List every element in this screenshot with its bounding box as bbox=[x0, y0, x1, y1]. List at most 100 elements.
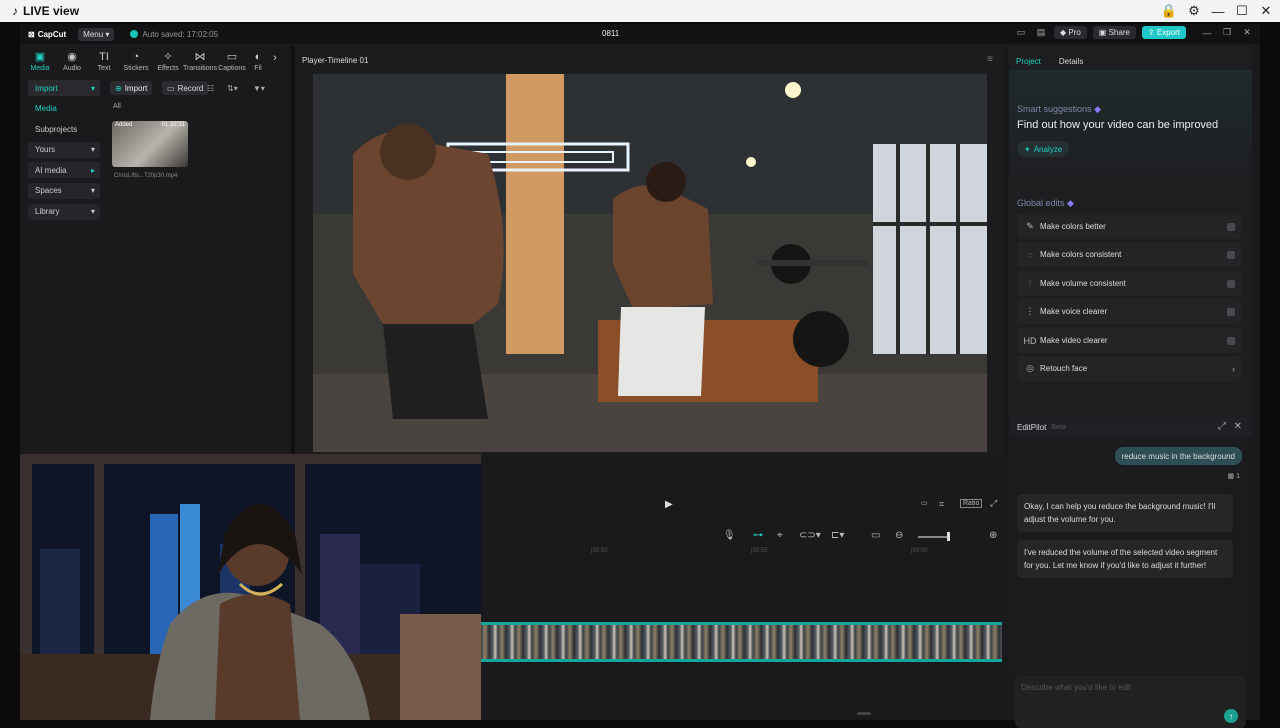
nav-ai-media[interactable]: AI media ▸ bbox=[28, 162, 100, 179]
sort-icon[interactable]: ⇅▾ bbox=[222, 81, 243, 95]
minimize-button[interactable]: — bbox=[1206, 0, 1230, 22]
toggle[interactable] bbox=[1227, 279, 1235, 288]
zoom-slider[interactable] bbox=[918, 536, 948, 538]
video-preview[interactable] bbox=[313, 74, 987, 452]
toggle[interactable] bbox=[1227, 307, 1235, 316]
close-icon[interactable]: ✕ bbox=[1240, 27, 1254, 39]
text-icon: TI bbox=[99, 51, 109, 63]
nav-library[interactable]: Library ▾ bbox=[28, 203, 100, 220]
restore-icon[interactable]: ❐ bbox=[1220, 27, 1234, 39]
nav-spaces[interactable]: Spaces ▾ bbox=[28, 182, 100, 199]
project-name[interactable]: 0811 bbox=[602, 29, 619, 38]
nav-subprojects[interactable]: Subprojects bbox=[28, 121, 100, 137]
minimize-icon[interactable]: — bbox=[1200, 27, 1214, 39]
horizontal-scrollbar[interactable] bbox=[857, 712, 871, 715]
webcam-overlay bbox=[20, 454, 481, 720]
filter-icon[interactable]: ▼▾ bbox=[248, 81, 270, 95]
attachment-icon[interactable]: ▦ 1 bbox=[1228, 472, 1240, 480]
expand-icon[interactable]: ⤢ bbox=[1218, 421, 1226, 432]
preview-axis-icon[interactable]: ⊏▾ bbox=[831, 530, 844, 541]
zoom-out-icon[interactable]: ⊖ bbox=[895, 530, 903, 541]
analyze-button[interactable]: ✦ Analyze bbox=[1017, 141, 1070, 157]
tab-audio[interactable]: ◉ Audio bbox=[56, 51, 88, 74]
nav-yours[interactable]: Yours ▾ bbox=[28, 141, 100, 158]
editpilot-panel: EditPilot Beta ⤢ ✕ reduce music in the b… bbox=[1009, 418, 1252, 728]
edit-make-volume-consistent[interactable]: ⫶ Make volume consistent bbox=[1017, 271, 1241, 296]
time-tick: |58:50 bbox=[591, 548, 608, 554]
chevron-right-icon: › bbox=[1232, 363, 1235, 374]
clip-duration: 01:32:31 bbox=[161, 122, 185, 128]
layout-icon[interactable]: ▭ bbox=[1014, 27, 1028, 39]
gym-scene bbox=[313, 74, 987, 452]
transitions-icon: ⋈ bbox=[194, 51, 206, 63]
lock-icon[interactable]: 🔒 bbox=[1157, 0, 1181, 22]
play-icon[interactable]: ▶ bbox=[665, 499, 673, 510]
microphone-icon[interactable]: 🎙 bbox=[723, 530, 736, 541]
player-title: Player-Timeline 01 bbox=[302, 56, 369, 65]
logo-icon: ⊠ bbox=[28, 29, 35, 39]
chevron-down-icon: ▾ bbox=[90, 145, 95, 155]
tab-text[interactable]: TI Text bbox=[88, 51, 120, 74]
import-button[interactable]: ⊕ Import bbox=[110, 81, 153, 95]
panel-icon[interactable]: ▤ bbox=[1034, 27, 1048, 39]
edit-make-colors-consistent[interactable]: ◌ Make colors consistent bbox=[1017, 242, 1241, 267]
right-panel: Project Details Smart suggestions ◆ Find… bbox=[1009, 46, 1252, 418]
linkage-icon[interactable]: ⊂⊃▾ bbox=[799, 530, 821, 541]
tab-transitions[interactable]: ⋈ Transitions bbox=[183, 51, 217, 74]
close-icon[interactable]: ✕ bbox=[1234, 421, 1242, 432]
list-view-icon[interactable]: ☷ bbox=[202, 81, 219, 95]
tab-stickers[interactable]: ◔ Stickers bbox=[120, 51, 152, 74]
nav-media[interactable]: Media bbox=[28, 101, 100, 117]
tab-project[interactable]: Project bbox=[1016, 57, 1041, 66]
ratio-button[interactable]: Ratio bbox=[960, 499, 983, 508]
sparkle-icon: ✦ bbox=[1024, 144, 1031, 154]
settings-icon[interactable]: ⚙ bbox=[1182, 0, 1206, 22]
fullscreen-icon[interactable]: ⤢ bbox=[990, 498, 997, 509]
maximize-button[interactable]: ☐ bbox=[1230, 0, 1254, 22]
tab-details[interactable]: Details bbox=[1059, 57, 1083, 66]
edit-retouch-face[interactable]: ◎ Retouch face › bbox=[1017, 356, 1241, 381]
nav-import[interactable]: Import ▾ bbox=[28, 80, 100, 96]
export-button[interactable]: ⇪ Export bbox=[1141, 26, 1186, 39]
pro-button[interactable]: ◆ Pro bbox=[1053, 26, 1087, 39]
snap-icon[interactable]: ⌖ bbox=[777, 530, 783, 541]
suggestions-headline: Find out how your video can be improved bbox=[1017, 119, 1219, 131]
edit-make-voice-clearer[interactable]: ⋮ Make voice clearer bbox=[1017, 299, 1241, 324]
tab-filters[interactable]: ◐ Fil bbox=[248, 51, 268, 74]
assistant-message-2: I've reduced the volume of the selected … bbox=[1017, 540, 1233, 578]
added-badge: Added bbox=[115, 122, 133, 128]
send-icon[interactable]: ↑ bbox=[1224, 709, 1238, 723]
filters-icon: ◐ bbox=[254, 51, 262, 63]
editpilot-header: EditPilot Beta ⤢ ✕ bbox=[1009, 418, 1252, 436]
input-placeholder: Describe what you'd like to edit bbox=[1021, 683, 1132, 692]
sticker-icon: ◔ bbox=[132, 51, 140, 63]
share-button[interactable]: ▣ Share bbox=[1092, 26, 1136, 39]
toggle[interactable] bbox=[1227, 250, 1235, 259]
toolbar-more-button[interactable]: › bbox=[268, 52, 282, 74]
edit-make-video-clearer[interactable]: HD Make video clearer bbox=[1017, 328, 1241, 353]
tab-media[interactable]: ▣ Media bbox=[24, 51, 56, 74]
close-button[interactable]: ✕ bbox=[1254, 0, 1278, 22]
fullscreen-quality-button[interactable]: ▭ bbox=[921, 499, 928, 507]
caption-icon[interactable]: ▭ bbox=[871, 530, 880, 541]
media-icon: ▣ bbox=[34, 51, 46, 63]
zoom-in-icon[interactable]: ⊕ bbox=[989, 530, 997, 541]
link-icon[interactable]: ⊶ bbox=[753, 530, 763, 541]
app-topbar: ⊠ CapCut Menu ▾ Auto saved: 17:02:05 081… bbox=[20, 24, 1260, 44]
tab-effects[interactable]: ✧ Effects bbox=[152, 51, 184, 74]
menu-button[interactable]: Menu ▾ bbox=[78, 27, 115, 41]
edit-make-colors-better[interactable]: ✎ Make colors better bbox=[1017, 214, 1241, 239]
zoom-slider-thumb[interactable] bbox=[947, 532, 950, 541]
topbar-actions: ▭ ▤ ◆ Pro ▣ Share ⇪ Export — ❐ ✕ bbox=[1014, 26, 1254, 39]
sparkle-icon: ◆ bbox=[1067, 198, 1074, 208]
sliders-icon: ⫶ bbox=[1028, 278, 1032, 288]
video-track-clip[interactable] bbox=[481, 622, 1002, 662]
crop-icon[interactable]: ⌗ bbox=[939, 499, 944, 510]
player-menu-icon[interactable]: ≡ bbox=[987, 54, 993, 65]
tab-captions[interactable]: ▭ Captions bbox=[216, 51, 248, 74]
toggle[interactable] bbox=[1227, 222, 1235, 231]
editpilot-input[interactable]: Describe what you'd like to edit ↑ bbox=[1015, 676, 1246, 728]
media-clip-thumbnail[interactable]: Added 01:32:31 bbox=[112, 121, 188, 167]
user-message: reduce music in the background bbox=[1114, 447, 1242, 465]
toggle[interactable] bbox=[1227, 336, 1235, 345]
